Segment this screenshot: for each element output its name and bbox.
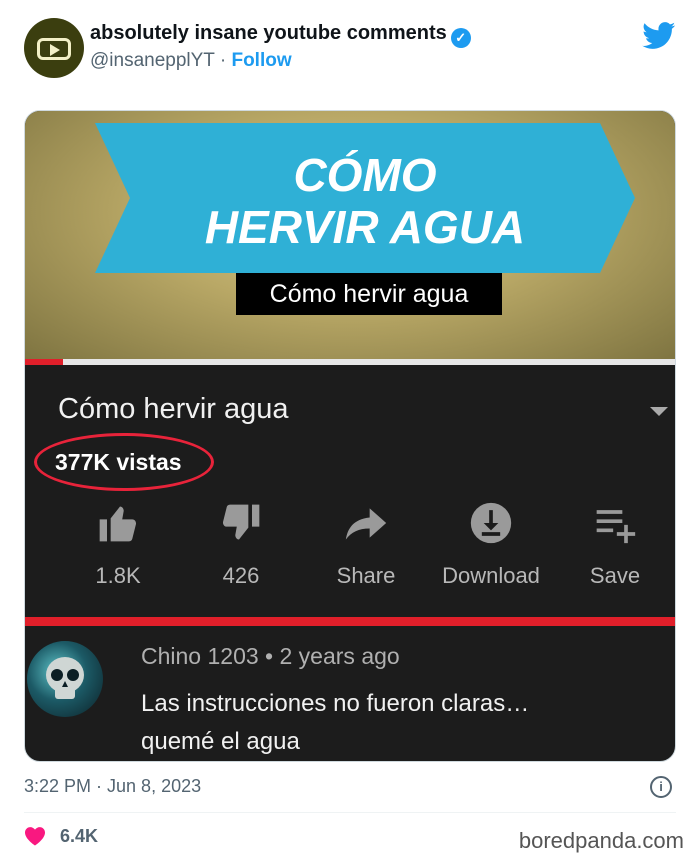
handle[interactable]: @insanepplYT [90, 50, 215, 71]
like-button[interactable]: 1.8K [58, 501, 178, 589]
banner-title: CÓMO HERVIR AGUA [95, 149, 635, 253]
banner-title-line2: HERVIR AGUA [204, 201, 526, 253]
heart-icon [25, 827, 45, 846]
like-count: 1.8K [95, 563, 141, 588]
dislike-button[interactable]: 426 [181, 501, 301, 589]
like-stat[interactable]: 6.4K [24, 826, 98, 847]
display-name[interactable]: absolutely insane youtube comments ✓ [90, 22, 471, 48]
skull-icon [46, 657, 84, 699]
share-label: Share [336, 563, 396, 588]
separator: · [219, 50, 227, 71]
comment-time: 2 years ago [279, 643, 400, 669]
dislike-count: 426 [222, 563, 260, 588]
save-button[interactable]: Save [555, 501, 675, 589]
tweet-timestamp[interactable]: 3:22 PM · Jun 8, 2023 [24, 776, 201, 797]
comment-meta: Chino 1203 • 2 years ago [141, 643, 400, 670]
info-icon[interactable]: i [650, 776, 672, 798]
share-button[interactable]: Share [306, 501, 426, 589]
comment-author[interactable]: Chino 1203 [141, 643, 259, 669]
youtube-logo-icon [37, 38, 71, 60]
meta-dot: • [265, 643, 280, 669]
twitter-bird-icon[interactable] [642, 22, 676, 50]
tweet-header: absolutely insane youtube comments ✓ @ins… [0, 0, 700, 100]
like-icon [99, 506, 137, 542]
share-icon [345, 508, 387, 540]
embedded-screenshot[interactable]: CÓMO HERVIR AGUA Cómo hervir agua Cómo h… [24, 110, 676, 762]
watermark: boredpanda.com [518, 828, 684, 853]
dislike-icon [222, 504, 260, 540]
video-thumbnail[interactable]: CÓMO HERVIR AGUA Cómo hervir agua [25, 111, 675, 363]
chevron-down-icon[interactable] [650, 407, 668, 416]
video-actions: 1.8K 426 Share Download Save [25, 501, 675, 601]
download-button[interactable]: Download [431, 501, 551, 589]
download-icon [470, 502, 512, 544]
save-to-playlist-icon [596, 510, 636, 544]
video-progress-bar[interactable] [25, 359, 675, 365]
comment-line-1: Las instrucciones no fueron claras… [141, 690, 530, 717]
comment-text: Las instrucciones no fueron claras… quem… [141, 685, 641, 761]
progress-played [25, 359, 63, 365]
handle-row: @insanepplYT · Follow [90, 50, 292, 72]
account-avatar[interactable] [24, 18, 84, 78]
comment-line-2: quemé el agua [141, 728, 300, 755]
verified-badge-icon: ✓ [450, 28, 471, 48]
follow-button[interactable]: Follow [231, 50, 291, 71]
download-label: Download [442, 563, 540, 588]
commenter-avatar[interactable] [27, 641, 103, 717]
divider [24, 812, 676, 813]
red-separator [25, 617, 675, 626]
video-title: Cómo hervir agua [58, 393, 289, 425]
video-caption: Cómo hervir agua [236, 273, 502, 315]
view-count: 377K vistas [55, 449, 182, 475]
display-name-text[interactable]: absolutely insane youtube comments [90, 22, 447, 44]
save-label: Save [589, 563, 641, 588]
likes-count: 6.4K [60, 826, 99, 846]
banner-title-line1: CÓMO [293, 149, 437, 201]
